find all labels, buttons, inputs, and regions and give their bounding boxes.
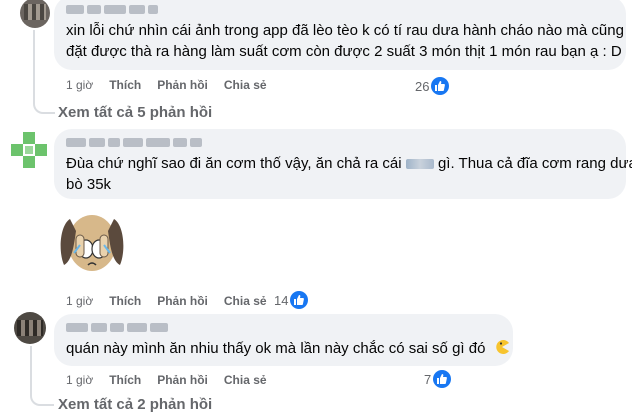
comment-3-view-more-replies[interactable]: Xem tất cả 2 phản hồi bbox=[58, 396, 212, 413]
like-thumb-icon bbox=[290, 291, 309, 309]
comment-1-thread-connector bbox=[33, 30, 55, 114]
comment-3-bubble: quán này mình ăn nhiu thấy ok mà lần này… bbox=[54, 314, 513, 366]
comment-2-actions: 1 giờ Thích Phản hồi Chia sẻ bbox=[66, 294, 283, 308]
comment-2-time[interactable]: 1 giờ bbox=[66, 294, 93, 308]
comment-3-reply-button[interactable]: Phản hồi bbox=[157, 373, 208, 387]
comment-2-text-part2: gì. Thua cả đĩa cơm rang dưa bbox=[437, 155, 632, 172]
comment-3-text: quán này mình ăn nhiu thấy ok mà lần này… bbox=[66, 340, 486, 357]
comment-2-author-name[interactable] bbox=[66, 136, 202, 148]
comment-1-actions: 1 giờ Thích Phản hồi Chia sẻ bbox=[66, 78, 283, 92]
comment-3-reaction-count[interactable]: 7 bbox=[424, 370, 452, 388]
comment-2-reply-button[interactable]: Phản hồi bbox=[157, 294, 208, 308]
comment-3-time[interactable]: 1 giờ bbox=[66, 373, 93, 387]
blurred-emoji-icon bbox=[405, 159, 434, 170]
comment-2-avatar[interactable] bbox=[10, 131, 48, 169]
comment-1-reaction-count[interactable]: 26 bbox=[415, 77, 450, 95]
comment-1-time[interactable]: 1 giờ bbox=[66, 78, 93, 92]
comment-1-text-line2: đặt được thà ra hàng làm suất cơm còn đư… bbox=[66, 43, 622, 60]
crying-dog-sticker[interactable] bbox=[54, 205, 130, 281]
comment-3-reaction-number: 7 bbox=[424, 371, 432, 387]
comment-1-share-button[interactable]: Chia sẻ bbox=[224, 78, 267, 92]
comment-1-view-more-replies[interactable]: Xem tất cả 5 phản hồi bbox=[58, 104, 212, 121]
comment-1-reply-button[interactable]: Phản hồi bbox=[157, 78, 208, 92]
comment-1-avatar[interactable] bbox=[20, 0, 50, 28]
comment-2-bubble: Đùa chứ nghĩ sao đi ăn cơm thố vậy, ăn c… bbox=[54, 129, 632, 199]
comment-2-reaction-number: 14 bbox=[274, 292, 289, 308]
comment-2-text-line1: Đùa chứ nghĩ sao đi ăn cơm thố vậy, ăn c… bbox=[66, 153, 632, 174]
comment-3-avatar[interactable] bbox=[14, 312, 46, 344]
comment-1-like-button[interactable]: Thích bbox=[109, 78, 141, 92]
comment-1-bubble: xin lỗi chứ nhìn cái ảnh trong app đã lè… bbox=[54, 0, 626, 70]
comment-3-text-line1: quán này mình ăn nhiu thấy ok mà lần này… bbox=[66, 338, 510, 359]
comment-3-author-name[interactable] bbox=[66, 321, 168, 333]
comment-2-text-line2: bò 35k bbox=[66, 176, 112, 193]
comment-2-like-button[interactable]: Thích bbox=[109, 294, 141, 308]
like-thumb-icon bbox=[433, 370, 452, 388]
like-thumb-icon bbox=[431, 77, 450, 95]
comment-2-share-button[interactable]: Chia sẻ bbox=[224, 294, 267, 308]
identicon-icon bbox=[11, 132, 47, 168]
comment-1-reaction-number: 26 bbox=[415, 78, 430, 94]
comment-3-share-button[interactable]: Chia sẻ bbox=[224, 373, 267, 387]
pacman-emoji bbox=[495, 340, 509, 354]
comment-2-reaction-count[interactable]: 14 bbox=[274, 291, 309, 309]
comment-3-thread-connector bbox=[30, 346, 54, 406]
comment-3-like-button[interactable]: Thích bbox=[109, 373, 141, 387]
comment-1-text-line1: xin lỗi chứ nhìn cái ảnh trong app đã lè… bbox=[66, 22, 624, 39]
comment-2-text-part1: Đùa chứ nghĩ sao đi ăn cơm thố vậy, ăn c… bbox=[66, 155, 402, 172]
comment-1-author-name[interactable] bbox=[66, 3, 158, 15]
comment-3-actions: 1 giờ Thích Phản hồi Chia sẻ bbox=[66, 373, 283, 387]
